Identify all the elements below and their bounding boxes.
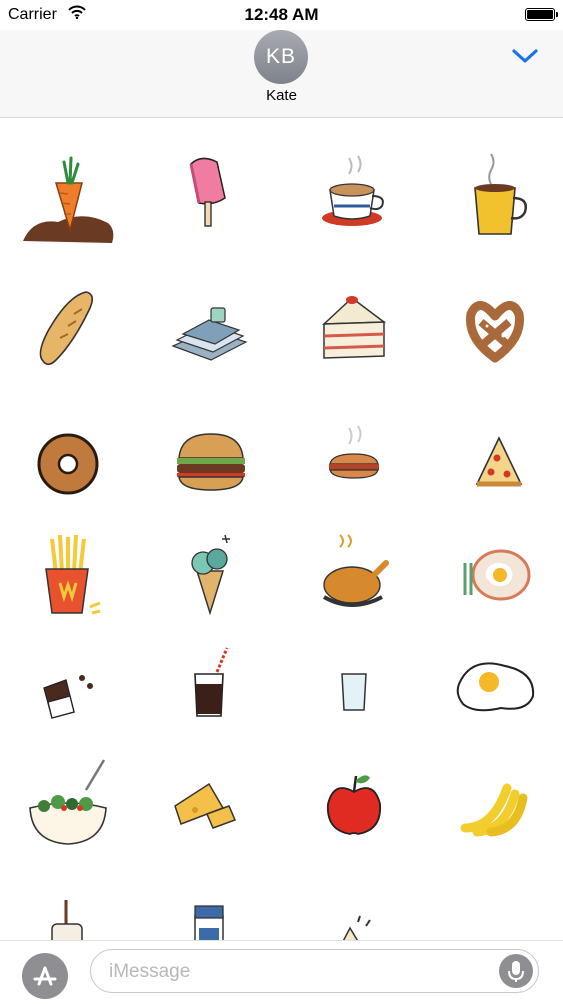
sandwich-sticker[interactable] [294,888,414,940]
ice-cream-cone-sticker[interactable] [151,523,271,633]
egg-plate-sticker[interactable] [437,523,557,633]
sticker-grid [0,118,563,940]
banana-sticker[interactable] [437,758,557,868]
soda-glass-sticker[interactable] [151,638,271,748]
chocolate-sticker[interactable] [8,638,128,748]
fish-sticker[interactable] [437,888,557,940]
chevron-down-icon[interactable] [511,47,539,70]
baguette-sticker[interactable] [8,276,128,386]
battery-icon [525,8,558,21]
jar-sticker[interactable] [8,888,128,940]
conversation-header: KB Kate [0,30,563,118]
pizza-slice-sticker[interactable] [437,408,557,518]
carrot-sticker[interactable] [8,148,128,258]
message-input-bar: iMessage [0,940,563,1001]
roast-chicken-sticker[interactable] [294,523,414,633]
water-glass-sticker[interactable] [294,638,414,748]
fried-egg-sticker[interactable] [437,638,557,748]
popsicle-sticker[interactable] [151,148,271,258]
imessage-placeholder: iMessage [109,961,191,982]
coffee-mug-sticker[interactable] [437,148,557,258]
pretzel-sticker[interactable] [437,276,557,386]
apple-sticker[interactable] [294,758,414,868]
latte-cup-sticker[interactable] [294,148,414,258]
clock: 12:48 AM [244,5,319,24]
cake-slice-sticker[interactable] [294,276,414,386]
burger-sticker[interactable] [151,408,271,518]
imessage-field[interactable]: iMessage [90,949,539,993]
hot-sandwich-sticker[interactable] [294,408,414,518]
avatar[interactable]: KB [254,30,308,84]
donut-sticker[interactable] [8,408,128,518]
contact-name[interactable]: Kate [0,87,563,104]
status-bar: Carrier 12:48 AM [0,0,563,30]
microphone-icon[interactable] [499,954,533,988]
app-store-icon[interactable] [22,953,68,999]
milk-carton-sticker[interactable] [151,888,271,940]
salad-bowl-sticker[interactable] [8,758,128,868]
fries-sticker[interactable] [8,523,128,633]
cheese-sticker[interactable] [151,758,271,868]
books-and-cup-sticker[interactable] [151,276,271,386]
